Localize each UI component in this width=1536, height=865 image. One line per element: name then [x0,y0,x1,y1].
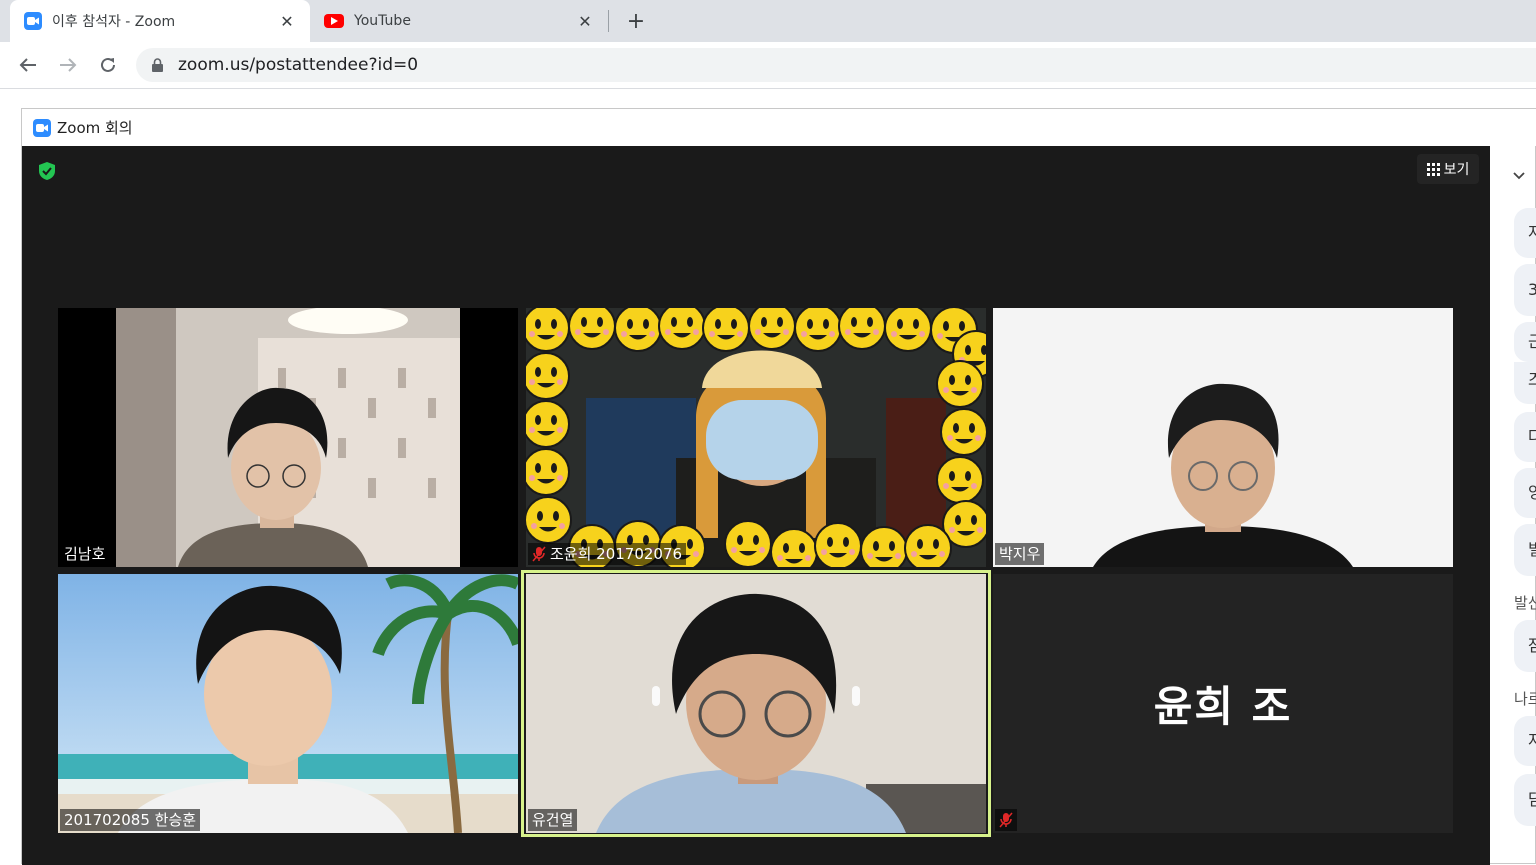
new-tab-button[interactable]: + [622,8,650,34]
zoom-logo-icon [33,118,51,137]
participant-video [993,308,1453,567]
participant-video [58,574,518,833]
participant-name: 유건열 [532,811,574,829]
chat-message: 저 [1514,716,1536,766]
youtube-favicon-icon [324,14,344,28]
participant-tile-4[interactable]: 201702085 한승훈 [58,574,518,833]
tab-title: 이후 참석자 - Zoom [52,14,176,30]
url-text: zoom.us/postattendee?id=0 [178,55,419,75]
participant-name-label [995,809,1017,831]
chevron-down-icon[interactable] [1512,166,1528,182]
chat-message: 잠 [1514,620,1536,672]
participant-video [526,574,986,833]
chat-message: 빌 [1514,524,1536,576]
chat-message: 근 [1514,322,1536,362]
participant-name: 박지우 [999,545,1041,563]
tab-youtube[interactable]: YouTube ✕ [312,0,608,42]
chat-message: 저 [1514,208,1536,258]
tab-title: YouTube [354,13,411,29]
participant-name: 김남호 [64,545,106,563]
tab-zoom[interactable]: 이후 참석자 - Zoom ✕ [10,0,310,42]
chat-sender-label: 나르 [1514,690,1536,708]
back-arrow-icon[interactable] [14,51,42,79]
participant-tile-2[interactable]: 조윤희 201702076 [526,308,986,567]
participant-display-name: 윤희 조 [1153,682,1293,731]
grid-view-icon [1426,162,1440,176]
browser-tab-strip: 이후 참석자 - Zoom ✕ YouTube ✕ + [0,0,1536,42]
browser-toolbar: zoom.us/postattendee?id=0 [0,42,1536,88]
zoom-title-bar: Zoom 회의 [22,109,1536,146]
zoom-meeting-window: Zoom 회의 보기 김남호 조윤희 201702076 박지우 2017020… [21,108,1536,865]
chat-message: 잉 [1514,468,1536,518]
window-title: Zoom 회의 [57,119,133,137]
participant-tile-6[interactable]: 윤희 조 [993,574,1453,833]
participant-tile-1[interactable]: 김남호 [58,308,518,567]
participant-name-label: 김남호 [60,543,110,565]
zoom-favicon-icon [24,12,42,30]
participant-name: 201702085 한승훈 [64,811,197,829]
reload-icon[interactable] [94,51,122,79]
participant-name-label: 박지우 [995,543,1045,565]
encryption-shield-icon[interactable] [36,160,58,182]
participant-name-label: 조윤희 201702076 [528,543,687,565]
chat-message: 즈 [1514,362,1536,404]
close-tab-icon[interactable]: ✕ [276,10,298,32]
chat-message: 담 [1514,774,1536,826]
chat-sender-label: 발신 [1514,594,1536,612]
video-stage: 보기 김남호 조윤희 201702076 박지우 201702085 한승훈 유… [22,146,1490,865]
address-bar[interactable]: zoom.us/postattendee?id=0 [136,48,1536,82]
muted-mic-icon [532,546,546,562]
toolbar-divider [0,88,1536,89]
participant-video [526,308,986,567]
participant-name-label: 유건열 [528,809,578,831]
muted-mic-icon [999,812,1013,828]
participant-video [58,308,518,567]
close-tab-icon[interactable]: ✕ [574,10,596,32]
participant-name: 조윤희 201702076 [550,545,683,563]
tab-separator [608,10,609,32]
participant-tile-5[interactable]: 유건열 [526,574,986,833]
participant-tile-3[interactable]: 박지우 [993,308,1453,567]
view-button-label: 보기 [1443,162,1470,178]
lock-icon[interactable] [150,57,164,73]
view-button[interactable]: 보기 [1417,154,1479,184]
chat-message: 3 [1514,264,1536,316]
chat-message: 다 [1514,412,1536,462]
forward-arrow-icon[interactable] [54,51,82,79]
participant-name-label: 201702085 한승훈 [60,809,201,831]
